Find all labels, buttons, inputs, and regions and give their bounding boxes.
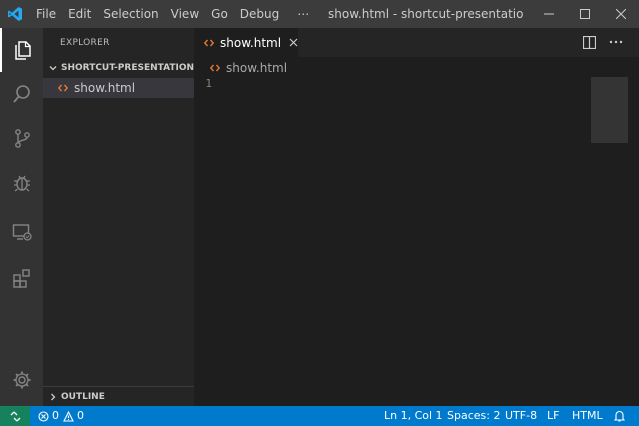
vscode-logo-icon	[0, 0, 30, 28]
indentation[interactable]: Spaces: 2	[447, 406, 500, 426]
warning-count: 0	[77, 409, 84, 422]
end-of-line[interactable]: LF	[547, 406, 559, 426]
chevron-right-icon	[45, 392, 61, 402]
menu-file[interactable]: File	[30, 0, 62, 28]
maximize-button[interactable]	[567, 0, 603, 28]
warning-icon	[63, 410, 74, 422]
explorer-sidebar: EXPLORER SHORTCUT-PRESENTATION show.html…	[43, 28, 194, 406]
activity-manage[interactable]	[0, 358, 43, 402]
minimize-icon	[544, 13, 554, 15]
html-file-icon	[204, 38, 214, 48]
language-mode[interactable]: HTML	[572, 406, 603, 426]
split-editor-icon[interactable]	[582, 35, 596, 49]
minimap-slider[interactable]	[591, 77, 628, 143]
cursor-position[interactable]: Ln 1, Col 1	[384, 406, 443, 426]
menu-more[interactable]: ⋯	[285, 0, 315, 28]
chevron-down-icon	[45, 63, 61, 73]
activity-explorer[interactable]	[0, 28, 43, 72]
search-icon	[12, 85, 30, 103]
code-area[interactable]	[220, 77, 590, 406]
menu-edit[interactable]: Edit	[62, 0, 97, 28]
remote-icon	[10, 411, 20, 421]
breadcrumb-file: show.html	[226, 61, 288, 75]
menu-debug[interactable]: Debug	[234, 0, 285, 28]
window-title: show.html - shortcut-presentation [Ad...	[328, 7, 524, 21]
error-count: 0	[52, 409, 59, 422]
file-item-show-html[interactable]: show.html	[43, 78, 194, 98]
minimize-button[interactable]	[531, 0, 567, 28]
remote-explorer-icon	[12, 224, 32, 241]
tab-show-html[interactable]: show.html	[194, 28, 298, 57]
tab-label: show.html	[220, 35, 282, 50]
tab-bar: show.html	[194, 28, 639, 57]
maximize-icon	[580, 9, 590, 19]
line-number: 1	[205, 77, 212, 90]
activity-debug[interactable]	[0, 160, 43, 204]
remote-indicator-button[interactable]	[0, 406, 30, 426]
file-name: show.html	[74, 81, 136, 95]
notifications-button[interactable]	[614, 406, 625, 426]
html-file-icon	[210, 63, 220, 73]
error-icon	[38, 410, 49, 422]
gear-icon	[13, 371, 30, 389]
menu-view[interactable]: View	[165, 0, 205, 28]
activity-bar	[0, 28, 43, 406]
menu-bar: File Edit Selection View Go Debug ⋯	[30, 0, 315, 28]
sidebar-title: EXPLORER	[60, 38, 110, 48]
activity-remote-explorer[interactable]	[0, 210, 43, 254]
files-icon	[14, 41, 31, 60]
more-actions-icon[interactable]	[608, 35, 624, 49]
breadcrumb[interactable]: show.html	[210, 60, 287, 76]
extensions-icon	[12, 269, 30, 288]
outline-label: OUTLINE	[61, 391, 105, 402]
activity-source-control[interactable]	[0, 116, 43, 160]
html-file-icon	[57, 83, 69, 93]
close-icon	[616, 9, 626, 19]
source-control-icon	[14, 129, 30, 148]
folder-name: SHORTCUT-PRESENTATION	[61, 63, 195, 73]
menu-go[interactable]: Go	[205, 0, 234, 28]
menu-selection[interactable]: Selection	[97, 0, 164, 28]
outline-section-header[interactable]: OUTLINE	[43, 386, 194, 406]
close-window-button[interactable]	[603, 0, 639, 28]
tab-close-icon[interactable]	[289, 38, 298, 47]
editor-group: show.html show.html 1	[194, 28, 639, 406]
encoding[interactable]: UTF-8	[505, 406, 537, 426]
debug-icon	[13, 175, 30, 192]
title-bar: File Edit Selection View Go Debug ⋯ show…	[0, 0, 639, 28]
status-bar: 0 0 Ln 1, Col 1 Spaces: 2 UTF-8 LF HTML	[0, 406, 639, 426]
bell-icon	[614, 410, 625, 422]
activity-extensions[interactable]	[0, 256, 43, 300]
problems-indicator[interactable]: 0 0	[38, 406, 84, 426]
activity-search[interactable]	[0, 72, 43, 116]
folder-header[interactable]: SHORTCUT-PRESENTATION	[43, 58, 194, 78]
